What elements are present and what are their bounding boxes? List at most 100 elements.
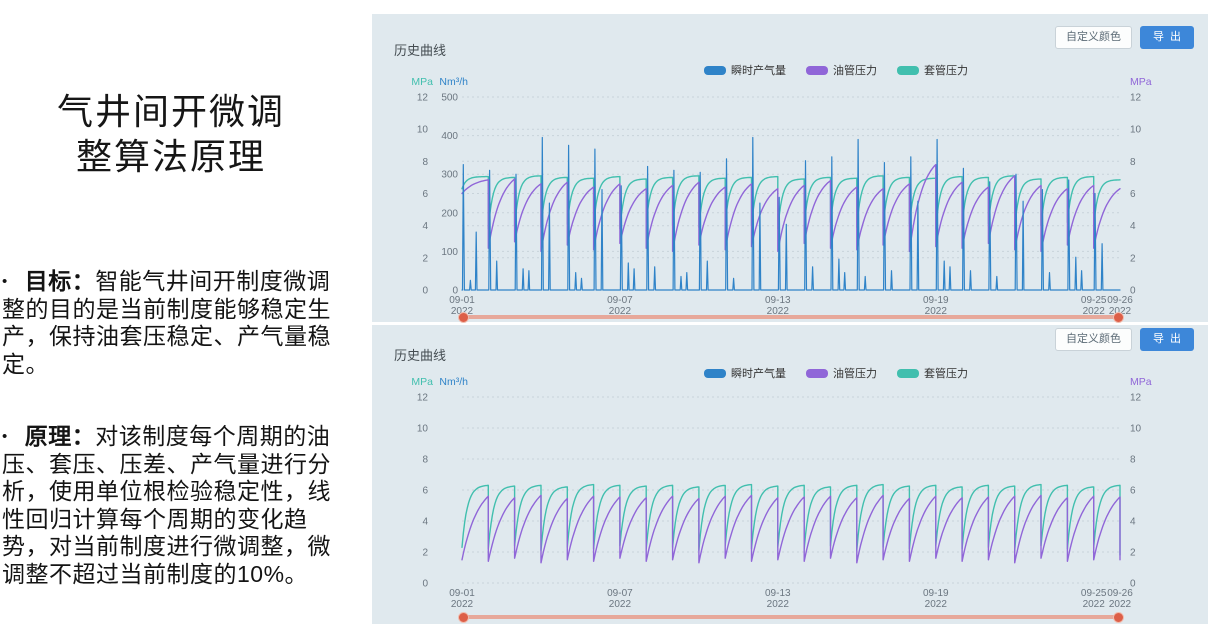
chart-legend: 瞬时产气量 油管压力 套管压力 <box>418 365 1216 381</box>
principle-label: 原理： <box>25 423 96 449</box>
goal-bullet: •目标：智能气井间开制度微调整的目的是当前制度能够稳定生产，保持油套压稳定、产气… <box>2 268 336 378</box>
axis-tick-left-mpa: 0 <box>422 286 428 297</box>
page-title-line2: 整算法原理 <box>76 137 266 177</box>
axis-tick-right-mpa: 4 <box>1130 221 1136 232</box>
x-axis-date: 09-19 <box>923 295 949 306</box>
legend-label: 油管压力 <box>833 365 877 381</box>
slider-handle-left[interactable] <box>458 612 469 623</box>
axis-tick-right-mpa: 12 <box>1130 93 1142 104</box>
principle-bullet: •原理：对该制度每个周期的油压、套压、压差、产气量进行分析，使用单位根检验稳定性… <box>2 423 336 588</box>
axis-tick-left-mpa: 6 <box>422 486 428 497</box>
axis-tick-right-mpa: 6 <box>1130 486 1136 497</box>
legend-swatch <box>806 66 828 75</box>
axis-tick-left-mpa: 10 <box>417 125 429 136</box>
x-axis-date: 09-13 <box>765 588 791 599</box>
axis-tick-left-mpa: 2 <box>422 548 428 559</box>
axis-tick-right-mpa: 4 <box>1130 517 1136 528</box>
axis-tick-right-mpa: 6 <box>1130 189 1136 200</box>
legend-label: 瞬时产气量 <box>731 62 786 78</box>
axis-tick-left-mpa: 6 <box>422 189 428 200</box>
slider-handle-left[interactable] <box>458 312 469 323</box>
axis-tick-left-mpa: 0 <box>422 579 428 590</box>
axis-tick-left-mpa: 8 <box>422 455 428 466</box>
history-curve-panel-1: 历史曲线 自定义颜色 导出 瞬时产气量油管压力套管压力 121086420500… <box>372 14 1208 322</box>
x-axis-date: 09-25 <box>1081 588 1107 599</box>
slider-track[interactable] <box>464 615 1118 619</box>
axis-tick-right-mpa: 2 <box>1130 253 1136 264</box>
x-axis-year: 2022 <box>1083 599 1106 610</box>
axis-tick-right-mpa: 8 <box>1130 157 1136 168</box>
page-title-line1: 气井间开微调 <box>57 92 285 132</box>
slider-handle-right[interactable] <box>1113 612 1124 623</box>
axis-tick-right-mpa: 2 <box>1130 548 1136 559</box>
series-line-gas-rate <box>462 138 1120 291</box>
x-axis-date: 09-26 <box>1107 295 1133 306</box>
custom-color-button[interactable]: 自定义颜色 <box>1055 26 1132 49</box>
axis-tick-gas: 500 <box>441 93 458 104</box>
axis-tick-left-mpa: 12 <box>417 93 429 104</box>
x-axis-date: 09-01 <box>449 295 475 306</box>
axis-tick-right-mpa: 8 <box>1130 455 1136 466</box>
panel-title: 历史曲线 <box>394 40 446 59</box>
legend-swatch <box>704 66 726 75</box>
legend-item[interactable]: 套管压力 <box>897 365 968 381</box>
axis-tick-gas: 300 <box>441 170 458 181</box>
legend-item[interactable]: 油管压力 <box>806 365 877 381</box>
bullet-dot: • <box>2 423 8 451</box>
panel-toolbar: 自定义颜色 导出 <box>1055 26 1194 49</box>
axis-tick-left-mpa: 8 <box>422 157 428 168</box>
legend-item[interactable]: 油管压力 <box>806 62 877 78</box>
bullet-dot: • <box>2 268 8 296</box>
x-axis-date: 09-07 <box>607 295 633 306</box>
axis-tick-gas: 100 <box>441 247 458 258</box>
left-text-panel: 气井间开微调 整算法原理 •目标：智能气井间开制度微调整的目的是当前制度能够稳定… <box>0 0 362 629</box>
history-curve-panel-2: 历史曲线 自定义颜色 导出 瞬时产气量 油管压力 套管压力 12 10 8 6 4 2 0 12 1… <box>372 325 1208 624</box>
legend-label: 套管压力 <box>924 365 968 381</box>
legend-swatch <box>806 369 828 378</box>
panel-toolbar: 自定义颜色 导出 <box>1055 328 1194 351</box>
axis-tick-right-mpa: 12 <box>1130 393 1142 404</box>
export-button[interactable]: 导出 <box>1140 328 1194 351</box>
axis-tick-right-mpa: 10 <box>1130 424 1142 435</box>
axis-tick-left-mpa: 4 <box>422 221 428 232</box>
slider-track[interactable] <box>464 315 1118 319</box>
legend-label: 瞬时产气量 <box>731 365 786 381</box>
export-button[interactable]: 导出 <box>1140 26 1194 49</box>
x-axis-date: 09-26 <box>1107 588 1133 599</box>
legend-item[interactable]: 瞬时产气量 <box>704 62 786 78</box>
legend-swatch <box>897 66 919 75</box>
x-axis-date: 09-25 <box>1081 295 1107 306</box>
legend-label: 套管压力 <box>924 62 968 78</box>
axis-tick-gas: 400 <box>441 131 458 142</box>
panel-title: 历史曲线 <box>394 345 446 364</box>
axis-tick-left-mpa: 4 <box>422 517 428 528</box>
series-line-casing-pressure <box>462 485 1120 555</box>
x-axis-date: 09-19 <box>923 588 949 599</box>
slider-handle-right[interactable] <box>1113 312 1124 323</box>
goal-label: 目标： <box>25 268 96 294</box>
axis-tick-left-mpa: 2 <box>422 253 428 264</box>
page-title: 气井间开微调 整算法原理 <box>0 90 342 180</box>
legend-label: 油管压力 <box>833 62 877 78</box>
x-axis-date: 09-07 <box>607 588 633 599</box>
x-axis-date: 09-01 <box>449 588 475 599</box>
x-axis-year: 2022 <box>609 599 632 610</box>
x-axis-date: 09-13 <box>765 295 791 306</box>
x-axis-year: 2022 <box>925 599 948 610</box>
axis-tick-right-mpa: 10 <box>1130 125 1142 136</box>
time-range-slider[interactable] <box>462 612 1120 623</box>
legend-swatch <box>704 369 726 378</box>
axis-tick-left-mpa: 10 <box>417 424 429 435</box>
history-chart-1: 1210864205004003002001000121086420MPaNm³… <box>372 14 1208 322</box>
legend-swatch <box>897 369 919 378</box>
axis-tick-gas: 200 <box>441 208 458 219</box>
x-axis-year: 2022 <box>1109 599 1132 610</box>
axis-tick-left-mpa: 12 <box>417 393 429 404</box>
custom-color-button[interactable]: 自定义颜色 <box>1055 328 1132 351</box>
time-range-slider[interactable] <box>462 312 1120 323</box>
x-axis-year: 2022 <box>767 599 790 610</box>
x-axis-year: 2022 <box>451 599 474 610</box>
chart-legend: 瞬时产气量 油管压力 套管压力 <box>418 62 1216 78</box>
legend-item[interactable]: 套管压力 <box>897 62 968 78</box>
legend-item[interactable]: 瞬时产气量 <box>704 365 786 381</box>
